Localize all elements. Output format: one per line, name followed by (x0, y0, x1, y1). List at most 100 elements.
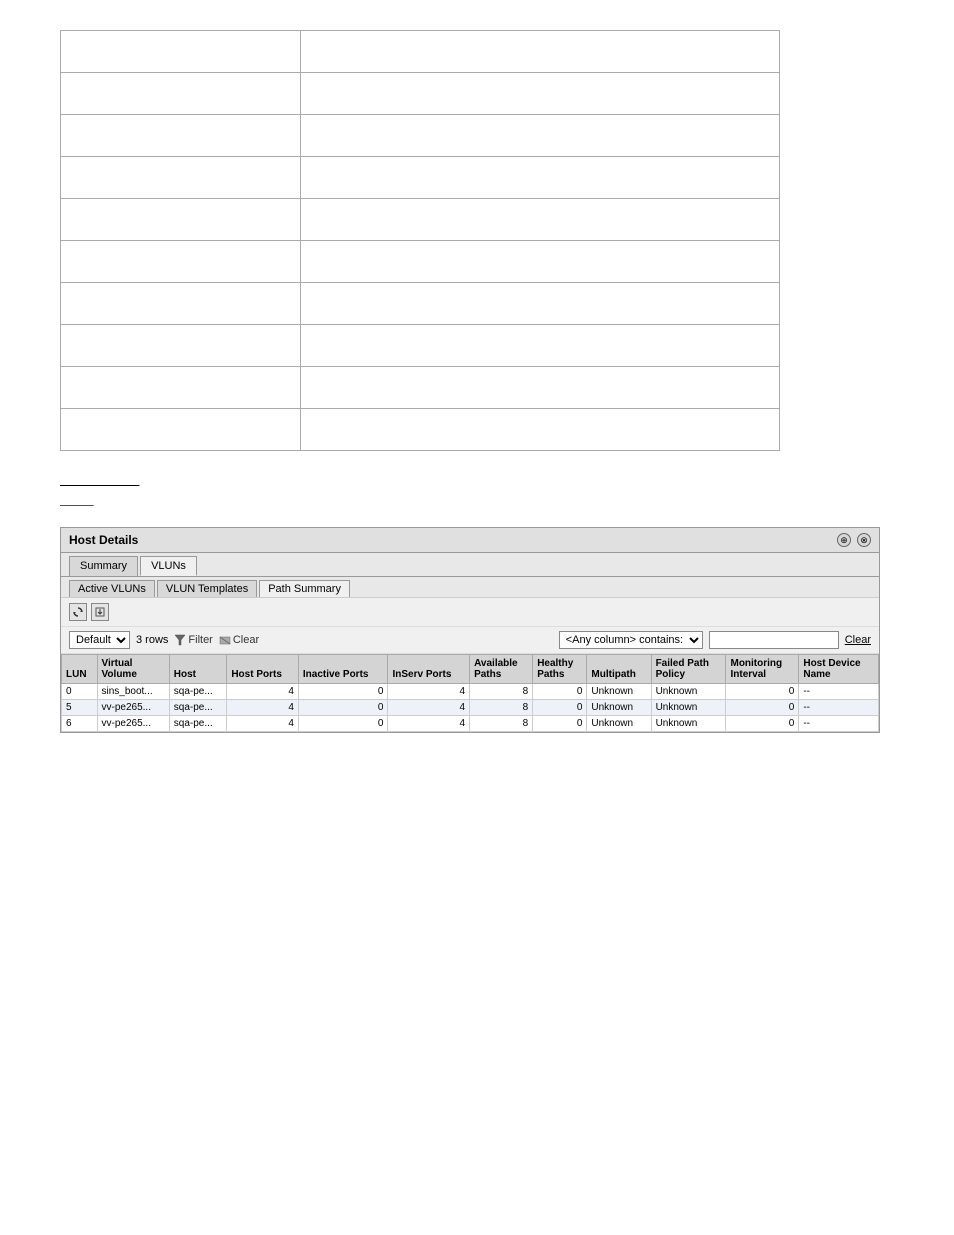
cell-virtual-volume: vv-pe265... (97, 700, 169, 716)
col-available-paths[interactable]: AvailablePaths (470, 655, 533, 684)
panel-title: Host Details (69, 533, 138, 547)
cell-monitoring-interval: 0 (726, 700, 799, 716)
cell-host-device-name: -- (799, 684, 879, 700)
panel-close-icon[interactable]: ⊗ (857, 533, 871, 547)
info-table-row (61, 241, 780, 283)
panel-subtabs: Active VLUNs VLUN Templates Path Summary (61, 577, 879, 598)
panel-main-tabs: Summary VLUNs (61, 553, 879, 577)
filter-label: Filter (188, 634, 212, 646)
cell-inactive-ports: 0 (298, 716, 388, 732)
table-row[interactable]: 6 vv-pe265... sqa-pe... 4 0 4 8 0 Unknow… (62, 716, 879, 732)
vlun-table: LUN VirtualVolume Host Host Ports Inacti… (61, 654, 879, 732)
col-host-ports[interactable]: Host Ports (227, 655, 299, 684)
refresh-icon (73, 607, 83, 617)
col-inserv-ports[interactable]: InServ Ports (388, 655, 470, 684)
cell-host: sqa-pe... (169, 716, 227, 732)
filter-clear-left-label: Clear (233, 634, 259, 646)
info-value-9 (300, 409, 779, 451)
cell-available-paths: 8 (470, 684, 533, 700)
table-row[interactable]: 5 vv-pe265... sqa-pe... 4 0 4 8 0 Unknow… (62, 700, 879, 716)
cell-host: sqa-pe... (169, 700, 227, 716)
info-label-3 (61, 157, 301, 199)
panel-header: Host Details ⊕ ⊗ (61, 528, 879, 553)
cell-available-paths: 8 (470, 716, 533, 732)
filter-column-dropdown[interactable]: <Any column> contains: (559, 631, 703, 649)
cell-lun: 6 (62, 716, 98, 732)
info-value-4 (300, 199, 779, 241)
filter-profile-dropdown[interactable]: Default (69, 631, 130, 649)
col-host-device-name[interactable]: Host DeviceName (799, 655, 879, 684)
filter-clear-right-button[interactable]: Clear (845, 634, 871, 646)
info-value-1 (300, 73, 779, 115)
info-label-4 (61, 199, 301, 241)
info-table-row (61, 199, 780, 241)
info-label-5 (61, 241, 301, 283)
info-table-row (61, 409, 780, 451)
table-row[interactable]: 0 sins_boot... sqa-pe... 4 0 4 8 0 Unkno… (62, 684, 879, 700)
cell-healthy-paths: 0 (533, 684, 587, 700)
subtab-vlun-templates[interactable]: VLUN Templates (157, 580, 257, 597)
cell-monitoring-interval: 0 (726, 684, 799, 700)
cell-inactive-ports: 0 (298, 700, 388, 716)
cell-host-ports: 4 (227, 716, 299, 732)
cell-healthy-paths: 0 (533, 700, 587, 716)
subtab-active-vluns[interactable]: Active VLUNs (69, 580, 155, 597)
table-header-row: LUN VirtualVolume Host Host Ports Inacti… (62, 655, 879, 684)
panel-header-icons: ⊕ ⊗ (837, 533, 871, 547)
info-table-row (61, 283, 780, 325)
cell-host-device-name: -- (799, 700, 879, 716)
cell-inserv-ports: 4 (388, 700, 470, 716)
info-value-3 (300, 157, 779, 199)
link-line-1 (60, 475, 894, 487)
info-table-row (61, 31, 780, 73)
cell-healthy-paths: 0 (533, 716, 587, 732)
info-table-row (61, 325, 780, 367)
filter-clear-left-button[interactable]: Clear (219, 634, 259, 646)
info-table-row (61, 73, 780, 115)
cell-multipath: Unknown (587, 700, 651, 716)
cell-lun: 0 (62, 684, 98, 700)
tab-summary[interactable]: Summary (69, 556, 138, 576)
cell-inactive-ports: 0 (298, 684, 388, 700)
filter-text-input[interactable] (709, 631, 839, 649)
col-inactive-ports[interactable]: Inactive Ports (298, 655, 388, 684)
cell-virtual-volume: vv-pe265... (97, 716, 169, 732)
info-value-5 (300, 241, 779, 283)
export-button[interactable] (91, 603, 109, 621)
info-label-8 (61, 367, 301, 409)
info-value-7 (300, 325, 779, 367)
filter-button[interactable]: Filter (174, 634, 212, 646)
cell-host-ports: 4 (227, 700, 299, 716)
link-2[interactable] (60, 495, 94, 507)
panel-toolbar (61, 598, 879, 627)
info-label-0 (61, 31, 301, 73)
col-monitoring-interval[interactable]: MonitoringInterval (726, 655, 799, 684)
tab-vluns[interactable]: VLUNs (140, 556, 197, 576)
info-value-6 (300, 283, 779, 325)
col-failed-path-policy[interactable]: Failed PathPolicy (651, 655, 726, 684)
export-icon (95, 607, 105, 617)
panel-expand-icon[interactable]: ⊕ (837, 533, 851, 547)
cell-inserv-ports: 4 (388, 684, 470, 700)
subtab-path-summary[interactable]: Path Summary (259, 580, 350, 597)
cell-available-paths: 8 (470, 700, 533, 716)
host-details-panel: Host Details ⊕ ⊗ Summary VLUNs Active VL… (60, 527, 880, 733)
refresh-button[interactable] (69, 603, 87, 621)
info-table (60, 30, 780, 451)
col-host[interactable]: Host (169, 655, 227, 684)
link-text-1 (60, 475, 139, 487)
info-value-8 (300, 367, 779, 409)
info-label-2 (61, 115, 301, 157)
info-table-row (61, 115, 780, 157)
col-lun[interactable]: LUN (62, 655, 98, 684)
info-value-2 (300, 115, 779, 157)
col-multipath[interactable]: Multipath (587, 655, 651, 684)
clear-left-icon (219, 634, 231, 646)
col-virtual-volume[interactable]: VirtualVolume (97, 655, 169, 684)
col-healthy-paths[interactable]: HealthyPaths (533, 655, 587, 684)
cell-failed-path-policy: Unknown (651, 716, 726, 732)
cell-host-ports: 4 (227, 684, 299, 700)
cell-host-device-name: -- (799, 716, 879, 732)
filter-rows-count: 3 rows (136, 634, 168, 646)
info-table-row (61, 367, 780, 409)
